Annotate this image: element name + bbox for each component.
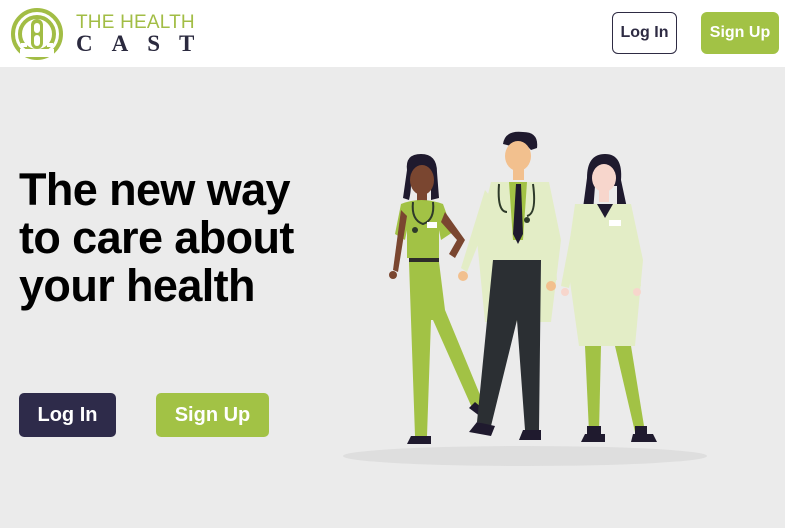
top-navbar: THE HEALTH CAST Log In Sign Up — [0, 0, 785, 67]
logo-text-bottom: CAST — [76, 31, 214, 56]
three-doctors-illustration — [343, 131, 707, 466]
header-login-button[interactable]: Log In — [612, 12, 677, 54]
hero-headline: The new way to care about your health — [19, 164, 294, 311]
nurse-figure — [389, 154, 489, 444]
hero-login-button[interactable]: Log In — [19, 393, 116, 437]
logo[interactable]: THE HEALTH CAST — [10, 7, 210, 61]
header-signup-button[interactable]: Sign Up — [701, 12, 779, 54]
hero-signup-button[interactable]: Sign Up — [156, 393, 269, 437]
podcast-icon — [11, 8, 63, 60]
ground-shadow — [343, 446, 707, 466]
female-doctor-figure — [561, 154, 657, 442]
